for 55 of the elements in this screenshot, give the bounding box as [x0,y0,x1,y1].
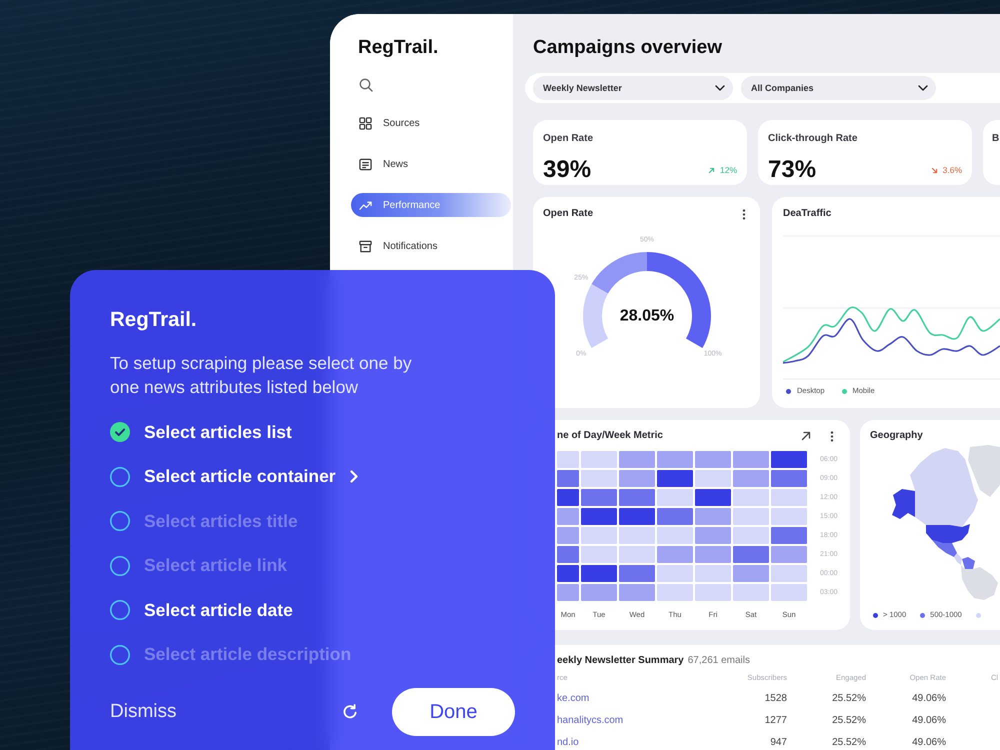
table-cell: 49.06% [912,693,946,705]
stat-label: Click-through Rate [768,133,858,145]
stat-value: 73% [768,156,816,184]
grid-icon [359,116,372,130]
trend-up-icon [359,198,372,212]
stat-value: 39% [543,156,592,184]
change-text: 3.6% [942,165,962,175]
dropdown[interactable]: All Companies [741,76,936,100]
nav-item[interactable]: Notifications [351,234,511,258]
source-link[interactable]: ke.com [557,693,590,705]
stat-label: B [992,133,1000,145]
step-item[interactable]: Select article date [110,595,293,625]
table-cell: 947 [770,737,787,749]
step-item[interactable]: Select article container [110,462,358,492]
stat-label: Open Rate [543,133,594,145]
more-icon[interactable] [742,208,746,220]
newspaper-icon [359,158,372,170]
chevron-down-icon [715,85,725,91]
source-link[interactable]: hanalitycs.com [557,715,624,727]
arrow-up-right-icon [708,166,715,174]
dismiss-button[interactable]: Dismiss [110,701,176,723]
box-icon [359,240,372,252]
more-icon[interactable] [830,430,834,442]
card-title: Geography [870,429,923,443]
arrow-up-right-icon[interactable] [801,431,811,441]
card-title: ne of Day/Week Metric [557,429,663,443]
nav-item[interactable]: News [351,152,511,176]
refresh-icon[interactable] [342,704,358,720]
gauge-value: 28.05% [620,308,674,324]
chevron-right-icon [350,470,358,483]
arrow-down-right-icon [930,166,938,174]
nav-item[interactable]: Sources [351,111,511,135]
email-count: 67,261 emails [688,654,750,668]
dialog-logo: RegTrail. [110,308,197,332]
table-cell: 25.52% [832,715,866,727]
table-cell: 49.06% [912,737,946,749]
card-title: Open Rate [543,207,594,221]
nav-item[interactable]: Performance [351,193,511,217]
change-text: 12% [720,165,737,175]
step-item[interactable]: Select articles list [110,417,292,447]
app-logo: RegTrail. [358,36,438,60]
table-cell: 49.06% [912,715,946,727]
search-icon[interactable] [359,78,373,92]
table-cell: 1528 [764,693,787,705]
table-title: eekly Newsletter Summary [557,654,684,668]
source-link[interactable]: nd.io [557,737,579,749]
dropdown[interactable]: Weekly Newsletter [533,76,733,100]
card-title: DeaTraffic [783,207,832,221]
table-cell: 25.52% [832,693,866,705]
done-button[interactable]: Done [392,688,515,736]
table-cell: 1277 [764,715,787,727]
page-title: Campaigns overview [533,36,724,60]
chevron-down-icon [918,85,928,91]
table-cell: 25.52% [832,737,866,749]
intro-text: To setup scraping please select one by one news attributes listed below [110,352,413,399]
